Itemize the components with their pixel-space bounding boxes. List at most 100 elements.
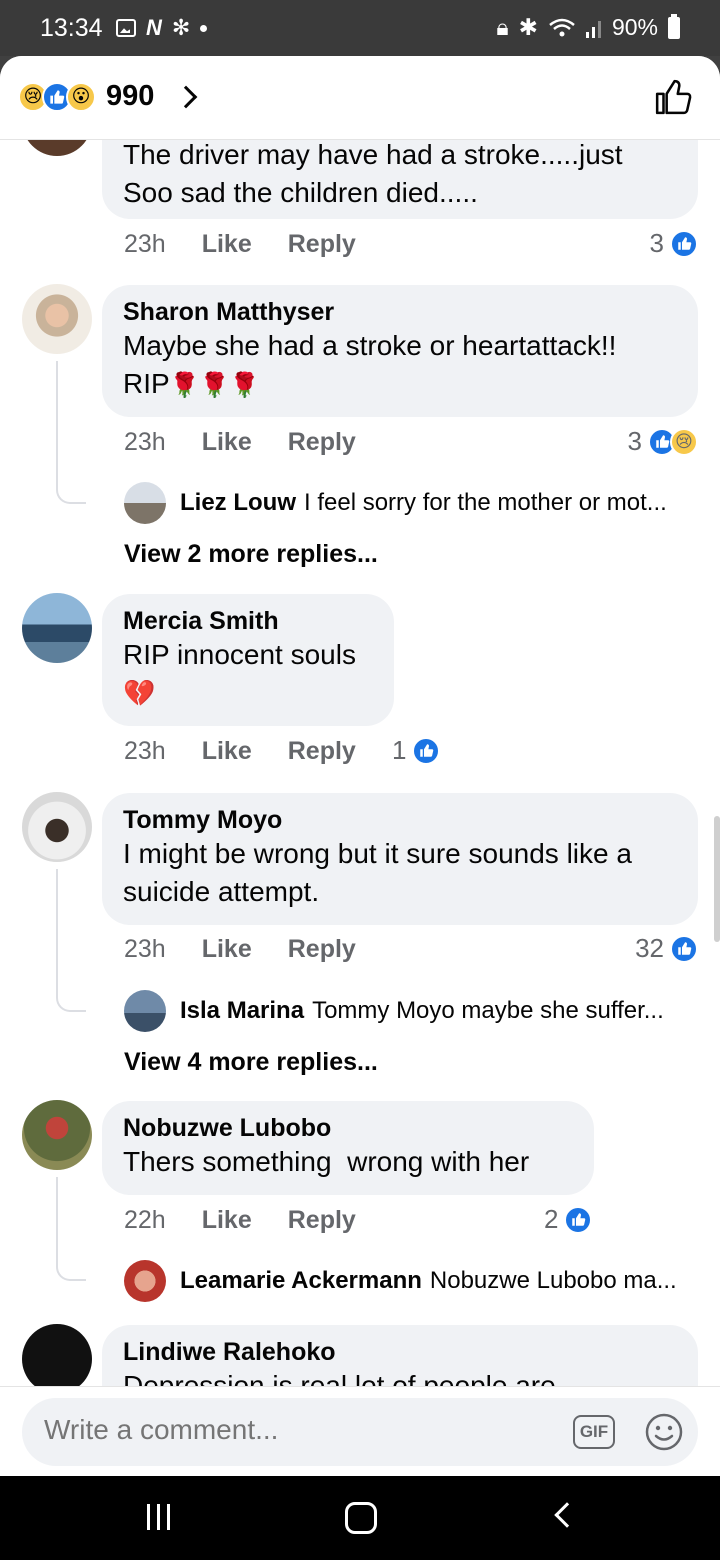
netflix-icon: N bbox=[146, 15, 162, 40]
comment-time: 22h bbox=[124, 1206, 166, 1234]
reply-author[interactable]: Liez Louw bbox=[180, 489, 296, 517]
like-link[interactable]: Like bbox=[202, 1206, 252, 1235]
like-link[interactable]: Like bbox=[202, 230, 252, 259]
comment-text: The driver may have had a stroke.....jus… bbox=[123, 139, 623, 170]
rose-emoji: 🌹🌹🌹 bbox=[169, 372, 260, 399]
reaction-count: 990 bbox=[106, 80, 155, 112]
back-icon[interactable] bbox=[554, 1502, 580, 1528]
wifi-icon bbox=[549, 18, 575, 36]
comment-time: 23h bbox=[124, 230, 166, 258]
comments-sheet: 😢 😮 990 The driver may have had a stroke… bbox=[0, 56, 720, 1476]
comment-time: 23h bbox=[124, 935, 166, 963]
avatar bbox=[124, 1260, 166, 1302]
avatar bbox=[124, 990, 166, 1032]
reply-preview[interactable]: Liez Louw I feel sorry for the mother or… bbox=[124, 482, 667, 524]
comment-time: 23h bbox=[124, 737, 166, 765]
battery-percent: 90% bbox=[611, 14, 658, 40]
status-time: 13:34 bbox=[40, 14, 103, 42]
comment-text: Maybe she had a stroke or heartattack!! bbox=[123, 330, 617, 361]
reaction-count[interactable]: 3 😢 bbox=[628, 426, 698, 457]
like-link[interactable]: Like bbox=[202, 935, 252, 964]
like-link[interactable]: Like bbox=[202, 737, 252, 766]
like-reaction-icon bbox=[564, 1205, 593, 1234]
comment-input[interactable] bbox=[44, 1414, 544, 1446]
comment-text: Depression is real lot of people are bbox=[123, 1370, 556, 1386]
comment-author[interactable]: Tommy Moyo bbox=[123, 805, 676, 835]
reply-link[interactable]: Reply bbox=[288, 737, 356, 766]
reply-link[interactable]: Reply bbox=[288, 935, 356, 964]
comment-meta: 23h Like Reply bbox=[124, 428, 356, 457]
reply-preview[interactable]: Isla Marina Tommy Moyo maybe she suffer.… bbox=[124, 990, 664, 1032]
signal-icon bbox=[585, 20, 601, 38]
system-nav-bar bbox=[0, 1476, 720, 1560]
comment-composer: GIF bbox=[0, 1386, 720, 1476]
view-more-replies-link[interactable]: View 4 more replies... bbox=[124, 1048, 378, 1077]
comment-meta: 23h Like Reply bbox=[124, 935, 356, 964]
recent-apps-icon[interactable] bbox=[147, 1504, 170, 1530]
reply-text: I feel sorry for the mother or mot... bbox=[304, 489, 667, 516]
bluetooth-icon: ✱ bbox=[518, 14, 538, 40]
avatar[interactable] bbox=[22, 593, 92, 663]
reaction-summary[interactable]: 😢 😮 990 bbox=[18, 80, 198, 113]
comment-author[interactable]: Nobuzwe Lubobo bbox=[123, 1113, 572, 1143]
lock-icon: 🔒︎ bbox=[496, 14, 509, 40]
reply-preview[interactable]: Leamarie Ackermann Nobuzwe Lubobo ma... bbox=[124, 1260, 677, 1302]
like-icon[interactable] bbox=[654, 78, 692, 116]
reaction-count[interactable]: 32 bbox=[635, 933, 698, 964]
view-more-replies-link[interactable]: View 2 more replies... bbox=[124, 540, 378, 569]
reaction-count[interactable]: 3 bbox=[650, 228, 698, 259]
reply-text: Nobuzwe Lubobo ma... bbox=[429, 1267, 677, 1294]
comment-meta: 22h Like Reply bbox=[124, 1206, 356, 1235]
comment-author[interactable]: Sharon Matthyser bbox=[123, 297, 676, 327]
comment-text: Soo sad the children died..... bbox=[123, 177, 478, 208]
reactions-header: 😢 😮 990 bbox=[0, 56, 720, 140]
sad-reaction-icon: 😢 bbox=[670, 427, 698, 456]
home-icon[interactable] bbox=[345, 1502, 377, 1534]
reaction-count[interactable]: 1 bbox=[392, 735, 441, 766]
like-reaction-icon bbox=[412, 736, 441, 765]
like-link[interactable]: Like bbox=[202, 428, 252, 457]
avatar[interactable] bbox=[22, 284, 92, 354]
comment-time: 23h bbox=[124, 428, 166, 456]
comment-bubble[interactable]: Sharon Matthyser Maybe she had a stroke … bbox=[102, 285, 698, 417]
like-reaction-icon bbox=[670, 934, 698, 963]
scrollbar[interactable] bbox=[714, 816, 720, 942]
emoji-icon[interactable] bbox=[644, 1412, 684, 1452]
reply-link[interactable]: Reply bbox=[288, 230, 356, 259]
gallery-icon bbox=[116, 19, 136, 37]
reply-author[interactable]: Isla Marina bbox=[180, 997, 304, 1025]
avatar[interactable] bbox=[22, 1100, 92, 1170]
status-bar: 13:34 N ✻ 🔒︎ ✱ 90% bbox=[0, 0, 720, 56]
comment-bubble[interactable]: Nobuzwe Lubobo Thers something wrong wit… bbox=[102, 1101, 594, 1195]
comment-meta: 23h Like Reply bbox=[124, 230, 356, 259]
comment-text: I might be wrong but it sure sounds like… bbox=[123, 838, 632, 869]
thread-line bbox=[56, 1177, 86, 1281]
reply-author[interactable]: Leamarie Ackermann bbox=[180, 1267, 422, 1295]
reply-text: Tommy Moyo maybe she suffer... bbox=[312, 997, 664, 1024]
broken-heart-emoji: 💔 bbox=[123, 678, 156, 708]
gif-button[interactable]: GIF bbox=[573, 1415, 615, 1449]
avatar[interactable] bbox=[22, 1324, 92, 1386]
comment-bubble[interactable]: Mercia Smith RIP innocent souls 💔 bbox=[102, 594, 394, 726]
comment-text: RIP bbox=[123, 368, 170, 399]
thread-line bbox=[56, 869, 86, 1012]
comment-meta: 23h Like Reply bbox=[124, 737, 356, 766]
avatar[interactable] bbox=[22, 792, 92, 862]
reply-link[interactable]: Reply bbox=[288, 1206, 356, 1235]
thread-line bbox=[56, 361, 86, 504]
comment-list[interactable]: The driver may have had a stroke.....jus… bbox=[0, 56, 720, 1386]
dot-icon bbox=[200, 24, 208, 32]
comment-bubble[interactable]: Tommy Moyo I might be wrong but it sure … bbox=[102, 793, 698, 925]
battery-icon bbox=[668, 13, 680, 39]
comment-text: RIP innocent souls bbox=[123, 639, 356, 670]
like-reaction-icon bbox=[670, 229, 698, 258]
comment-bubble[interactable]: Lindiwe Ralehoko Depression is real lot … bbox=[102, 1325, 698, 1386]
comment-author[interactable]: Lindiwe Ralehoko bbox=[123, 1337, 676, 1367]
pinwheel-icon: ✻ bbox=[171, 15, 191, 40]
comment-author[interactable]: Mercia Smith bbox=[123, 606, 372, 636]
reply-link[interactable]: Reply bbox=[288, 428, 356, 457]
comment-text: suicide attempt. bbox=[123, 876, 320, 907]
chevron-right-icon bbox=[175, 85, 198, 108]
reaction-count[interactable]: 2 bbox=[544, 1204, 593, 1235]
avatar bbox=[124, 482, 166, 524]
